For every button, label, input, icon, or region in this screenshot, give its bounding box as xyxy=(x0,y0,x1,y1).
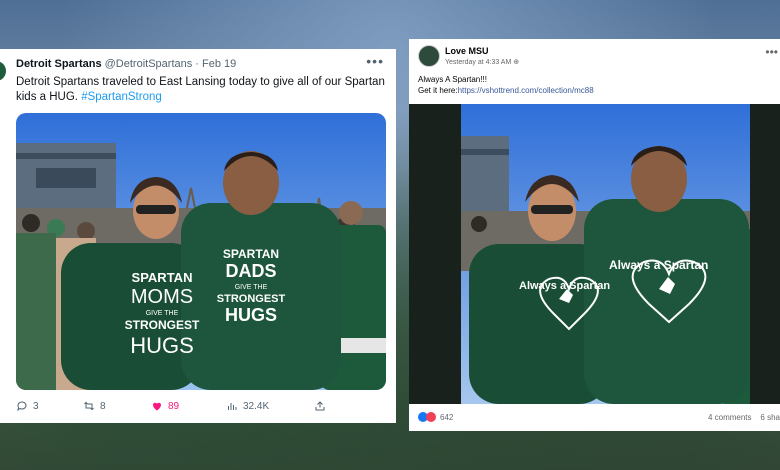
reply-icon xyxy=(17,401,27,412)
post-footer: 642 4 comments 6 sha xyxy=(409,404,780,431)
post-photo-image: Always a Spartan Always a Spartan xyxy=(409,104,780,404)
post-photo[interactable]: Always a Spartan Always a Spartan xyxy=(409,104,780,404)
more-options-icon[interactable]: ••• xyxy=(366,53,384,69)
post-options-icon[interactable]: ••• xyxy=(765,45,778,59)
views-count: 32.4K xyxy=(243,400,270,412)
globe-icon: ⊕ xyxy=(513,59,520,66)
tweet-date[interactable]: Feb 19 xyxy=(202,58,236,70)
facebook-post-card: Love MSU Yesterday at 4:33 AM ⊕ ••• Alwa… xyxy=(409,39,780,431)
tweet-photo[interactable]: SPARTAN MOMS GIVE THE STRONGEST HUGS SPA… xyxy=(16,113,386,390)
tweet-separator: · xyxy=(195,58,199,70)
post-text-line2: Get it here:https://vshottrend.com/colle… xyxy=(418,85,594,96)
page-name[interactable]: Love MSU xyxy=(445,46,489,56)
post-link[interactable]: https://vshottrend.com/collection/mc88 xyxy=(458,86,594,95)
tweet-photo-image: SPARTAN MOMS GIVE THE STRONGEST HUGS SPA… xyxy=(16,113,386,390)
tweet-header: Detroit Spartans @DetroitSpartans · Feb … xyxy=(16,58,236,70)
hoodie-right-line5: HUGS xyxy=(225,305,277,325)
post-time-text: Yesterday at 4:33 AM xyxy=(445,59,512,66)
tweet-hashtag[interactable]: #SpartanStrong xyxy=(81,91,162,103)
hoodie-left-line5: HUGS xyxy=(130,333,194,358)
reply-button[interactable]: 3 xyxy=(16,400,39,412)
reactions-summary[interactable]: 642 xyxy=(418,412,453,422)
tweet-text: Detroit Spartans traveled to East Lansin… xyxy=(16,75,386,105)
retweet-button[interactable]: 8 xyxy=(83,400,106,412)
tweet-actions: 3 8 89 32.4K xyxy=(16,400,336,416)
share-icon xyxy=(315,401,325,411)
post-text: Always A Spartan!!! Get it here:https://… xyxy=(418,74,594,96)
hoodie-right-line3: GIVE THE xyxy=(235,284,268,291)
post-text-line1: Always A Spartan!!! xyxy=(418,75,487,84)
retweet-count: 8 xyxy=(100,400,106,412)
engagement-stats: 4 comments 6 sha xyxy=(708,413,780,422)
hoodie-left-line4: STRONGEST xyxy=(125,318,200,332)
hoodie-right-line4: STRONGEST xyxy=(217,293,286,305)
hoodie-left-line3: GIVE THE xyxy=(146,310,179,317)
views-button[interactable]: 32.4K xyxy=(226,400,269,412)
tweet-display-name[interactable]: Detroit Spartans xyxy=(16,58,102,70)
comments-count[interactable]: 4 comments xyxy=(708,413,752,422)
heart-icon xyxy=(153,402,161,411)
hoodie-right-line2: DADS xyxy=(225,261,276,281)
hoodie-left-line2: MOMS xyxy=(131,286,193,308)
tweet-card: Detroit Spartans @DetroitSpartans · Feb … xyxy=(0,49,396,423)
tweet-avatar[interactable] xyxy=(0,61,6,81)
hoodie-right-line1: SPARTAN xyxy=(223,247,279,261)
shares-count[interactable]: 6 sha xyxy=(760,413,780,422)
love-reaction-icon xyxy=(426,412,436,422)
share-button[interactable] xyxy=(314,400,326,412)
hoodie-print-right: Always a Spartan xyxy=(609,258,708,272)
like-button[interactable]: 89 xyxy=(151,400,179,412)
post-link-prefix: Get it here: xyxy=(418,86,458,95)
hoodie-left-line1: SPARTAN xyxy=(132,270,193,285)
reaction-count: 642 xyxy=(440,412,454,422)
page-avatar[interactable] xyxy=(418,45,440,67)
like-count: 89 xyxy=(168,400,180,412)
tweet-body: Detroit Spartans traveled to East Lansin… xyxy=(16,76,385,103)
retweet-icon xyxy=(84,401,94,411)
views-chart-icon xyxy=(228,403,237,410)
tweet-handle[interactable]: @DetroitSpartans xyxy=(105,58,193,70)
post-timestamp[interactable]: Yesterday at 4:33 AM ⊕ xyxy=(445,58,519,66)
reply-count: 3 xyxy=(33,400,39,412)
